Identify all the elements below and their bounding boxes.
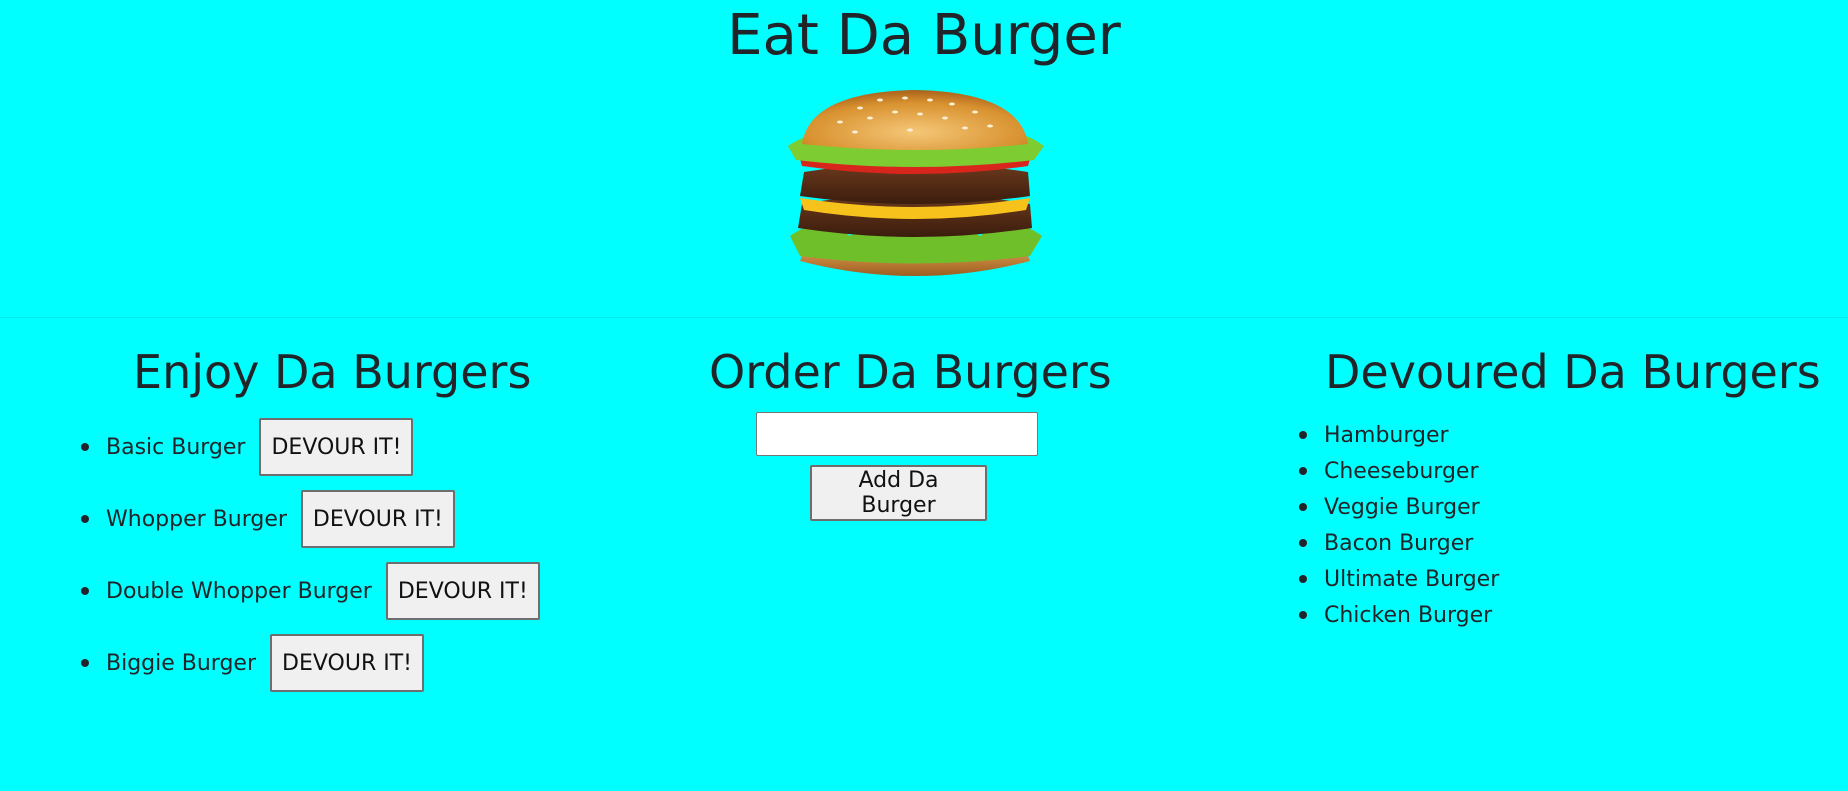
devoured-burgers-list: Hamburger Cheeseburger Veggie Burger Bac…: [1298, 417, 1499, 633]
burger-name-input[interactable]: [756, 412, 1038, 456]
list-item: Biggie Burger DEVOUR IT!: [81, 634, 540, 692]
list-item: Ultimate Burger: [1298, 561, 1499, 597]
burger-name: Basic Burger: [106, 434, 246, 460]
list-item: Whopper Burger DEVOUR IT!: [81, 490, 540, 548]
list-item: Veggie Burger: [1298, 489, 1499, 525]
app-root: Eat Da Burger Enjoy Da Burgers Basic Bur…: [0, 0, 1848, 791]
devour-button[interactable]: DEVOUR IT!: [259, 418, 414, 476]
list-item: Double Whopper Burger DEVOUR IT!: [81, 562, 540, 620]
header: Eat Da Burger: [0, 0, 1848, 317]
list-item: Hamburger: [1298, 417, 1499, 453]
list-item: Cheeseburger: [1298, 453, 1499, 489]
burger-name: Biggie Burger: [106, 650, 257, 676]
order-section-title: Order Da Burgers: [709, 345, 1112, 399]
burger-name: Double Whopper Burger: [106, 578, 372, 604]
add-burger-button[interactable]: Add Da Burger: [810, 465, 987, 521]
list-item: Chicken Burger: [1298, 597, 1499, 633]
list-item: Basic Burger DEVOUR IT!: [81, 418, 540, 476]
page-title: Eat Da Burger: [727, 3, 1121, 68]
section-divider: [0, 317, 1848, 318]
devoured-section-title: Devoured Da Burgers: [1325, 345, 1821, 399]
devour-button[interactable]: DEVOUR IT!: [300, 490, 455, 548]
list-item: Bacon Burger: [1298, 525, 1499, 561]
burger-name: Whopper Burger: [106, 506, 287, 532]
enjoy-section-title: Enjoy Da Burgers: [133, 345, 532, 399]
available-burgers-list: Basic Burger DEVOUR IT! Whopper Burger D…: [81, 418, 540, 706]
burger-image: [788, 90, 1044, 276]
devour-button[interactable]: DEVOUR IT!: [270, 634, 424, 692]
devour-button[interactable]: DEVOUR IT!: [385, 562, 540, 620]
